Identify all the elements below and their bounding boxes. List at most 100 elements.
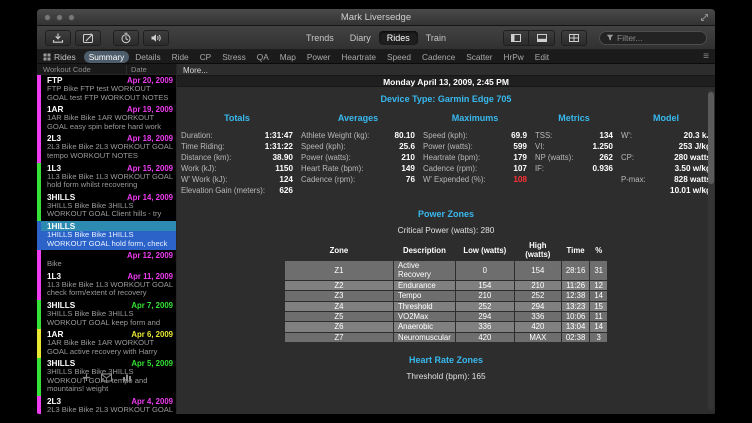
analysis-tab[interactable]: Ride [167, 51, 194, 63]
analysis-tab[interactable]: Map [275, 51, 301, 63]
filter-input[interactable] [617, 33, 700, 43]
metric-row: Duration: 1:31:47 [181, 130, 293, 141]
ride-date-heading: Monday April 13, 2009, 2:45 PM [177, 75, 715, 87]
metric-value: 10.01 w/kg [670, 185, 711, 196]
tiled-view-button[interactable] [561, 30, 587, 46]
metric-label: TSS: [535, 130, 552, 141]
metric-row: IF: 0.936 [535, 163, 613, 174]
metric-row: W': 20.3 kJ [621, 130, 711, 141]
ride-list-item[interactable]: 2L3 Apr 18, 2009 2L3 Bike Bike 2L3 WORKO… [37, 133, 176, 162]
audio-button[interactable] [143, 30, 169, 46]
mail-icon[interactable] [101, 373, 112, 382]
ride-description: 1L3 Bike Bike 1L3 WORKOUT GOAL check for… [47, 281, 173, 298]
analysis-tab[interactable]: Scatter [461, 51, 497, 63]
ride-list-item[interactable]: 3HILLS Apr 7, 2009 3HILLS Bike Bike 3HIL… [37, 300, 176, 329]
totals-column: Totals Duration: 1:31:47 Time Riding: 1:… [181, 113, 293, 196]
view-tab[interactable]: Trends [298, 31, 342, 45]
zoom-button[interactable] [68, 14, 75, 21]
metric-row: Heartrate (bpm): 179 [423, 152, 527, 163]
view-tab[interactable]: Train [418, 31, 454, 45]
ride-description: 3HILLS Bike Bike 3HILLS WORKOUT GOAL kee… [47, 310, 173, 327]
ride-list: FTP Apr 20, 2009 FTP Bike FTP test WORKO… [37, 75, 176, 414]
metric-value: 20.3 kJ [684, 130, 711, 141]
zone-high-cell: 210 [515, 281, 561, 290]
fullscreen-button[interactable] [699, 12, 709, 22]
analysis-tab[interactable]: Heartrate [336, 51, 381, 63]
ride-description: 1AR Bike Bike 1AR WORKOUT GOAL easy spin… [47, 114, 173, 131]
analysis-tab[interactable]: HrPw [499, 51, 529, 63]
view-tab[interactable]: Diary [342, 31, 379, 45]
metric-value: 80.10 [395, 130, 416, 141]
analysis-tab[interactable]: Edit [530, 51, 554, 63]
add-icon[interactable] [82, 373, 91, 382]
timer-button[interactable] [113, 30, 139, 46]
metric-label: P-max: [621, 174, 646, 185]
analysis-tab[interactable]: Details [130, 51, 165, 63]
ride-list-item[interactable]: 1AR Apr 6, 2009 1AR Bike Bike 1AR WORKOU… [37, 329, 176, 358]
scrollbar-thumb[interactable] [708, 92, 714, 184]
window-title: Mark Liversedge [37, 12, 715, 23]
analysis-tab[interactable]: CP [195, 51, 217, 63]
metric-row: 253 J/kg [621, 141, 711, 152]
more-link[interactable]: More... [183, 66, 208, 75]
ride-color-strip [37, 300, 41, 329]
scope-selector[interactable]: Rides [43, 52, 76, 62]
ride-date: Apr 7, 2009 [131, 301, 173, 310]
metric-row: Speed (kph): 69.9 [423, 130, 527, 141]
ride-list-item[interactable]: 1L3 Apr 15, 2009 1L3 Bike Bike 1L3 WORKO… [37, 163, 176, 192]
panel-toggle-group [503, 30, 555, 46]
metric-row: CP: 280 watts [621, 152, 711, 163]
filter-field[interactable] [599, 31, 707, 45]
close-button[interactable] [44, 14, 51, 21]
ride-list-item[interactable]: FTP Apr 20, 2009 FTP Bike FTP test WORKO… [37, 75, 176, 104]
analysis-tab[interactable]: Power [302, 51, 336, 63]
zone-time-cell: 12:38 [562, 291, 590, 300]
column-header-workout-code[interactable]: Workout Code [37, 65, 126, 74]
zone-low-cell: 252 [456, 302, 514, 311]
metric-row: VI: 1.250 [535, 141, 613, 152]
ride-list-item[interactable]: 1AR Apr 19, 2009 1AR Bike Bike 1AR WORKO… [37, 104, 176, 133]
analysis-tab[interactable]: QA [252, 51, 274, 63]
metric-value: 179 [513, 152, 527, 163]
lowbar-toggle-button[interactable] [529, 30, 555, 46]
metric-row: Heart Rate (bpm): 149 [301, 163, 415, 174]
scope-label: Rides [54, 52, 76, 62]
ride-list-item[interactable]: 1L3 Apr 11, 2009 1L3 Bike Bike 1L3 WORKO… [37, 271, 176, 300]
analysis-tab[interactable]: Speed [382, 51, 416, 63]
zone-cell: Z1 [285, 261, 393, 280]
title-bar: Mark Liversedge [37, 9, 715, 26]
ride-list-item[interactable]: 3HILLS Apr 14, 2009 3HILLS Bike Bike 3HI… [37, 192, 176, 221]
zone-row: Z1 Active Recovery 0 154 28:16 31 [285, 261, 607, 280]
minimize-button[interactable] [56, 14, 63, 21]
zone-low-cell: 0 [456, 261, 514, 280]
analysis-tab[interactable]: Cadence [417, 51, 460, 63]
metric-value: 626 [279, 185, 293, 196]
metric-row: Speed (kph): 25.6 [301, 141, 415, 152]
ride-list-item[interactable]: Apr 12, 2009 Bike [37, 250, 176, 271]
analysis-tab[interactable]: Summary [84, 51, 130, 63]
ride-description: 3HILLS Bike Bike 3HILLS WORKOUT GOAL Cli… [47, 202, 173, 219]
metric-value: 124 [279, 174, 293, 185]
overflow-menu-icon[interactable]: ≡ [703, 52, 709, 62]
manual-entry-button[interactable] [75, 30, 101, 46]
ride-list-item[interactable]: 2L3 Apr 4, 2009 2L3 Bike Bike 2L3 WORKOU… [37, 396, 176, 414]
metric-row: 10.01 w/kg [621, 185, 711, 196]
scrollbar-track[interactable] [708, 90, 714, 410]
zone-percent-cell: 31 [590, 261, 607, 280]
ride-description: FTP Bike FTP test WORKOUT GOAL test FTP … [47, 85, 173, 102]
metric-row: Athlete Weight (kg): 80.10 [301, 130, 415, 141]
download-ride-button[interactable] [45, 30, 71, 46]
metric-row: TSS: 134 [535, 130, 613, 141]
analysis-tab[interactable]: Stress [217, 51, 251, 63]
metric-label: Cadence (rpm): [301, 174, 355, 185]
zone-percent-cell: 14 [590, 322, 607, 331]
ride-list-item[interactable]: 1HILLS 1HILLS Bike Bike 1HILLS WORKOUT G… [37, 221, 176, 250]
chart-icon[interactable] [122, 373, 132, 382]
analysis-tabstrip: Rides SummaryDetailsRideCPStressQAMapPow… [37, 50, 715, 64]
metric-label: VI: [535, 141, 545, 152]
column-header-date[interactable]: Date [126, 65, 176, 74]
ride-color-strip [37, 163, 41, 192]
zone-header-row: ZoneDescriptionLow (watts)High (watts)Ti… [285, 241, 607, 260]
sidebar-toggle-button[interactable] [503, 30, 529, 46]
view-tab[interactable]: Rides [379, 31, 418, 45]
